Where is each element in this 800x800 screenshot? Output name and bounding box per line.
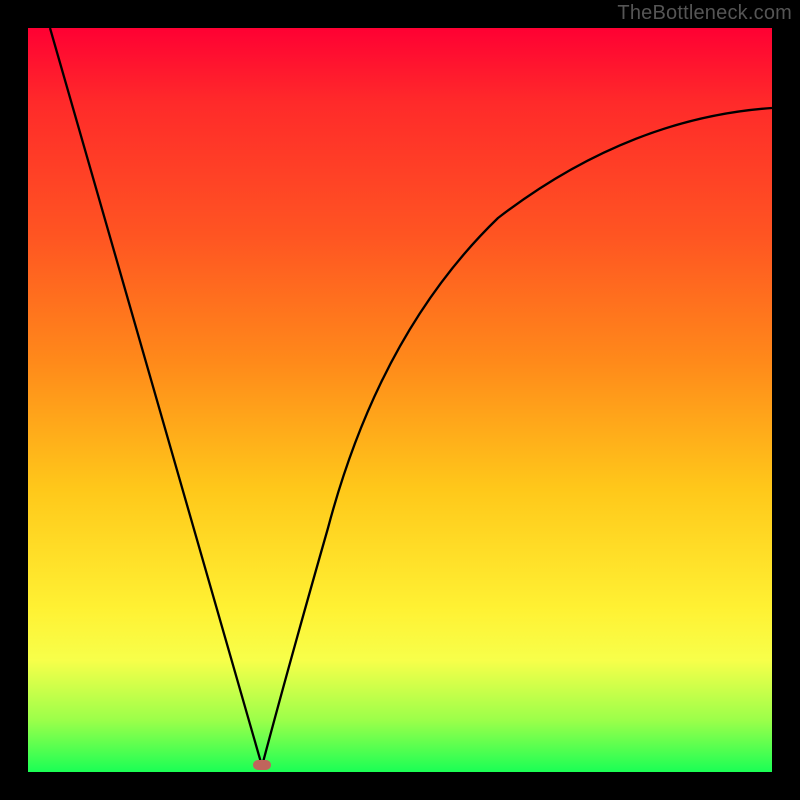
plot-area <box>28 28 772 772</box>
bottleneck-marker <box>253 760 271 770</box>
chart-frame: TheBottleneck.com <box>0 0 800 800</box>
bottleneck-curve <box>28 28 772 772</box>
curve-right-branch <box>262 108 772 766</box>
watermark-text: TheBottleneck.com <box>617 2 792 25</box>
curve-left-branch <box>50 28 262 766</box>
